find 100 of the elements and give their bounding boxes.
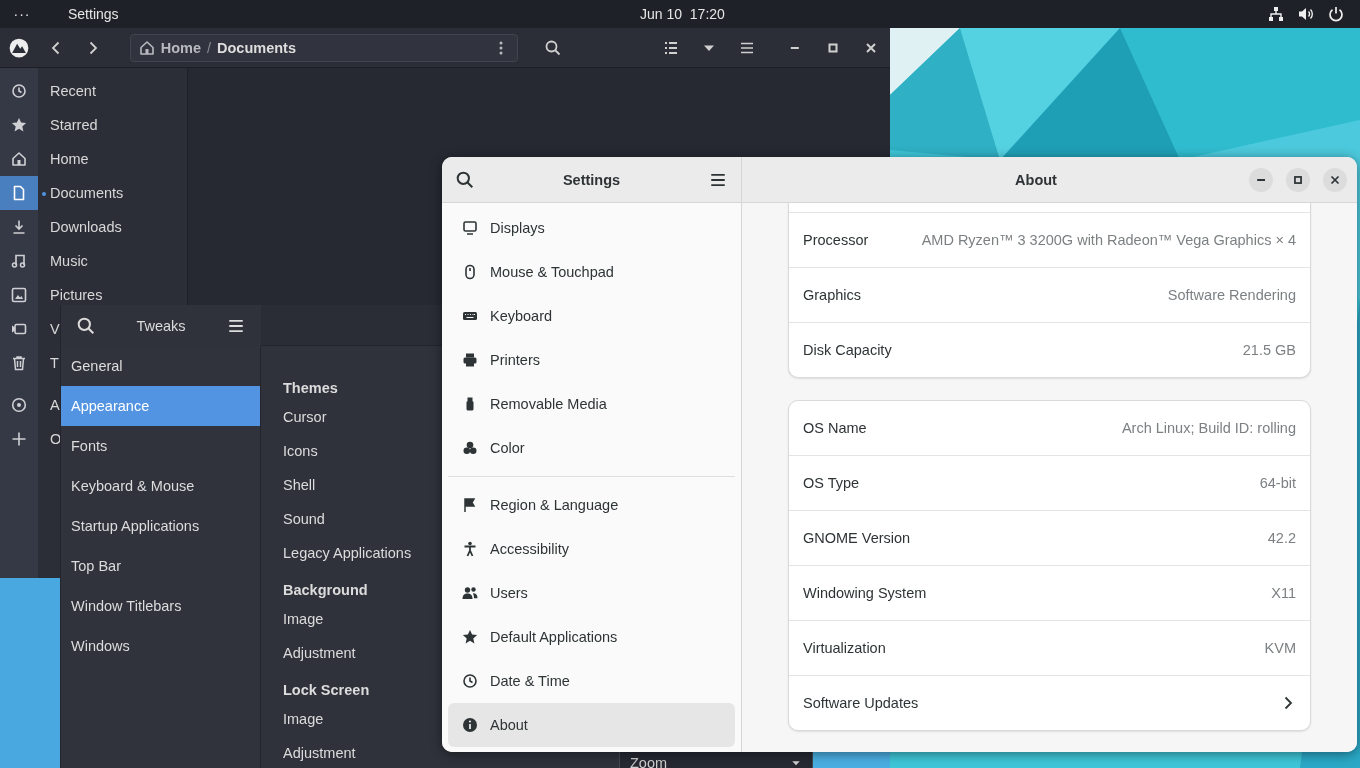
mountain-logo-icon xyxy=(8,37,29,58)
row-label: Software Updates xyxy=(803,695,919,711)
color-circles-icon xyxy=(462,440,478,456)
row-label: Virtualization xyxy=(803,640,886,656)
nav-item[interactable]: About xyxy=(448,703,735,747)
info-icon xyxy=(462,717,478,733)
document-icon xyxy=(11,185,27,201)
setting-label: Legacy Applications xyxy=(283,545,412,561)
path-bar[interactable]: Home / Documents xyxy=(129,33,518,62)
row-label: Graphics xyxy=(803,287,862,303)
power-icon[interactable] xyxy=(1328,6,1344,22)
sidebar-item[interactable]: Documents xyxy=(38,185,124,201)
row-label: OS Type xyxy=(803,475,860,491)
clock-icon xyxy=(11,83,27,99)
setting-label: Shell xyxy=(283,477,316,493)
sidebar-item[interactable]: Keyboard & Mouse xyxy=(61,466,260,506)
video-camera-icon xyxy=(11,321,27,337)
sidebar-item[interactable]: Windows xyxy=(61,626,260,666)
sidebar-item[interactable]: Window Titlebars xyxy=(61,586,260,626)
path-segment[interactable]: Documents xyxy=(217,39,296,56)
setting-label: Cursor xyxy=(283,409,327,425)
monitor-icon xyxy=(462,220,478,236)
sidebar-icon-cell[interactable] xyxy=(0,176,38,210)
clock[interactable]: Jun 10 17:20 xyxy=(640,6,725,22)
network-icon[interactable] xyxy=(1268,6,1284,22)
row-value: 42.2 xyxy=(1267,530,1296,546)
clock-icon xyxy=(462,673,478,689)
sidebar-item[interactable]: Recent xyxy=(38,83,96,99)
image-icon xyxy=(11,287,27,303)
sidebar-item[interactable]: Top Bar xyxy=(61,546,260,586)
row-label: Processor xyxy=(803,232,869,248)
nav-item[interactable]: Printers xyxy=(448,338,735,382)
person-icon xyxy=(462,541,478,557)
nav-item[interactable]: Region & Language xyxy=(448,483,735,527)
sidebar-item[interactable]: Starred xyxy=(38,117,98,133)
app-menu[interactable]: Settings xyxy=(68,6,119,22)
download-icon xyxy=(11,219,27,235)
sidebar-item[interactable]: Startup Applications xyxy=(61,506,260,546)
row-value: 64-bit xyxy=(1259,475,1296,491)
nav-item[interactable]: Color xyxy=(448,426,735,470)
sidebar-item[interactable]: T xyxy=(38,355,59,371)
star-icon xyxy=(462,629,478,645)
maximize-button[interactable] xyxy=(1286,167,1310,192)
sidebar-item[interactable]: Music xyxy=(38,253,88,269)
printer-icon xyxy=(462,352,478,368)
setting-label: Icons xyxy=(283,443,318,459)
star-icon xyxy=(11,117,27,133)
sidebar-item[interactable]: Home xyxy=(38,151,89,167)
sidebar-item[interactable]: V xyxy=(38,321,60,337)
flag-icon xyxy=(462,497,478,513)
nav-item[interactable]: Mouse & Touchpad xyxy=(448,250,735,294)
section-heading: Themes xyxy=(283,380,338,396)
nav-item[interactable]: Users xyxy=(448,571,735,615)
sidebar-item[interactable]: A xyxy=(38,397,60,413)
list-row[interactable]: Software Updates xyxy=(789,675,1310,730)
setting-label: Image xyxy=(283,611,324,627)
path-segment[interactable]: Home xyxy=(160,39,201,56)
search-icon[interactable] xyxy=(456,170,474,189)
disc-icon xyxy=(11,397,27,413)
search-icon[interactable] xyxy=(77,316,95,335)
row-value: Arch Linux; Build ID: rolling xyxy=(1121,420,1296,436)
panel-title: About xyxy=(1014,171,1058,188)
close-button[interactable] xyxy=(1323,167,1347,192)
nav-item[interactable]: Keyboard xyxy=(448,294,735,338)
home-icon xyxy=(138,39,155,56)
minimize-icon[interactable] xyxy=(790,46,800,49)
trash-icon xyxy=(11,355,27,371)
nav-item[interactable]: Removable Media xyxy=(448,382,735,426)
row-value: Software Rendering xyxy=(1167,287,1296,303)
volume-icon[interactable] xyxy=(1298,6,1314,22)
nav-item[interactable]: Date & Time xyxy=(448,659,735,703)
setting-label: Adjustment xyxy=(283,745,356,761)
nav-item[interactable]: Accessibility xyxy=(448,527,735,571)
sidebar-item[interactable]: General xyxy=(61,346,260,386)
minimize-icon xyxy=(1256,178,1266,181)
setting-label: Image xyxy=(283,711,324,727)
row-label: Windowing System xyxy=(803,585,927,601)
window-title: Tweaks xyxy=(135,317,187,334)
row-value: KVM xyxy=(1264,640,1296,656)
search-icon[interactable] xyxy=(545,39,561,56)
path-separator: / xyxy=(207,39,212,56)
activities-button[interactable]: ··· xyxy=(0,6,44,22)
nav-item[interactable]: Displays xyxy=(448,206,735,250)
minimize-button[interactable] xyxy=(1249,167,1273,192)
row-value: AMD Ryzen™ 3 3200G with Radeon™ Vega Graphics × 4 xyxy=(921,232,1296,248)
mouse-icon xyxy=(462,264,478,280)
sidebar-item[interactable]: Downloads xyxy=(38,219,122,235)
row-label: Disk Capacity xyxy=(803,342,892,358)
section-heading: Background xyxy=(283,582,368,598)
plus-icon xyxy=(11,431,27,447)
home-icon xyxy=(11,151,27,167)
row-value: 21.5 GB xyxy=(1242,342,1296,358)
setting-label: Sound xyxy=(283,511,325,527)
nav-item[interactable]: Default Applications xyxy=(448,615,735,659)
section-heading: Lock Screen xyxy=(283,682,370,698)
sidebar-item[interactable]: Pictures xyxy=(38,287,103,303)
row-label: GNOME Version xyxy=(803,530,911,546)
sidebar-item[interactable]: Fonts xyxy=(61,426,260,466)
list-view-icon[interactable] xyxy=(663,39,679,56)
window-title: Settings xyxy=(561,171,622,188)
